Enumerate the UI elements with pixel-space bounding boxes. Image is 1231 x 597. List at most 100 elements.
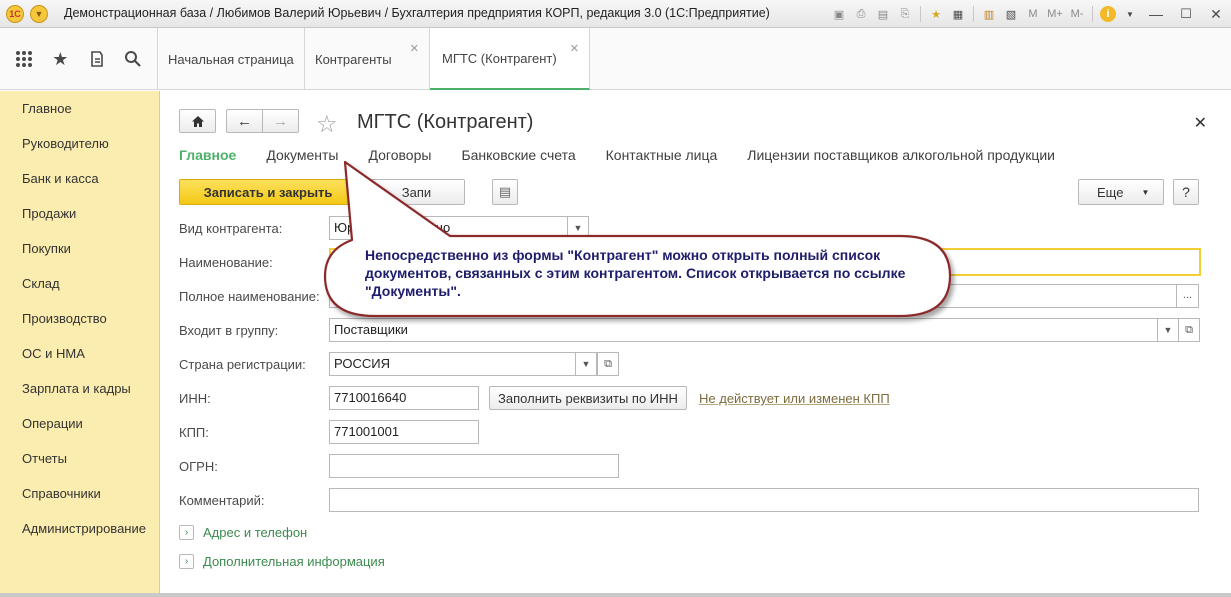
- list-icon: ▤: [498, 184, 512, 199]
- open-windows-panel: ★ Начальная страница Контрагенты ✕ МГТС …: [0, 28, 1231, 90]
- more-button[interactable]: Еще ▼: [1078, 179, 1164, 205]
- country-label: Страна регистрации:: [179, 357, 306, 372]
- open-icon[interactable]: ⧉: [597, 352, 619, 376]
- sections-panel: Главное Руководителю Банк и касса Продаж…: [0, 91, 160, 593]
- search-icon[interactable]: [120, 46, 146, 72]
- save-and-close-button[interactable]: Записать и закрыть: [179, 179, 357, 205]
- close-form-icon[interactable]: ✕: [1194, 113, 1207, 133]
- arrow-left-icon: ←: [237, 112, 252, 130]
- favorites-star-icon[interactable]: ★: [47, 46, 73, 72]
- nav-documents[interactable]: Документы: [266, 147, 338, 163]
- tab-counterparties[interactable]: Контрагенты ✕: [305, 28, 430, 90]
- toolbar-divider: [920, 6, 921, 22]
- group-select[interactable]: Поставщики: [329, 318, 1159, 342]
- tab-home[interactable]: Начальная страница: [158, 28, 305, 90]
- chevron-down-icon[interactable]: ▼: [575, 352, 597, 376]
- section-bank-cash[interactable]: Банк и касса: [0, 161, 159, 196]
- title-toolbar: ▣ ⎙ ▤ ⎘ ★ ▦ ▥ ▧ M M+ M- i ▼ — ☐ ✕: [828, 3, 1231, 25]
- save-icon[interactable]: ▣: [829, 5, 849, 23]
- kpp-label: КПП:: [179, 425, 209, 440]
- memory-plus-icon[interactable]: M+: [1045, 5, 1065, 23]
- toolbar-divider: [973, 6, 974, 22]
- nav-bank-accounts[interactable]: Банковские счета: [461, 147, 575, 163]
- nav-contracts[interactable]: Договоры: [369, 147, 432, 163]
- close-icon[interactable]: ✕: [570, 42, 579, 55]
- calendar-icon[interactable]: ▥: [979, 5, 999, 23]
- nav-main[interactable]: Главное: [179, 147, 236, 163]
- forward-button[interactable]: →: [262, 109, 299, 133]
- country-select[interactable]: РОССИЯ: [329, 352, 577, 376]
- section-operations[interactable]: Операции: [0, 406, 159, 441]
- save-button[interactable]: Запи: [368, 179, 465, 205]
- minimize-icon[interactable]: —: [1142, 5, 1170, 23]
- section-main[interactable]: Главное: [0, 91, 159, 126]
- title-bar: 1С ▼ Демонстрационная база / Любимов Вал…: [0, 0, 1231, 28]
- open-icon[interactable]: ⧉: [1178, 318, 1200, 342]
- status-bar: [0, 593, 1231, 597]
- address-phone-group[interactable]: › Адрес и телефон: [179, 525, 307, 540]
- chevron-down-icon[interactable]: ▼: [1157, 318, 1179, 342]
- window-title: Демонстрационная база / Любимов Валерий …: [64, 6, 770, 20]
- tab-label: Контрагенты: [315, 51, 392, 67]
- comment-label: Комментарий:: [179, 493, 265, 508]
- link-icon[interactable]: ⎘: [895, 5, 915, 23]
- home-icon: [191, 115, 204, 127]
- history-icon[interactable]: ▦: [948, 5, 968, 23]
- section-payroll[interactable]: Зарплата и кадры: [0, 371, 159, 406]
- inn-input[interactable]: 7710016640: [329, 386, 479, 410]
- close-window-icon[interactable]: ✕: [1202, 5, 1230, 23]
- tab-mgts-counterparty[interactable]: МГТС (Контрагент) ✕: [430, 28, 590, 90]
- sections-menu-icon[interactable]: [11, 46, 37, 72]
- home-button[interactable]: [179, 109, 216, 133]
- history-clock-icon[interactable]: [84, 46, 110, 72]
- memory-icon[interactable]: M: [1023, 5, 1043, 23]
- ellipsis-button[interactable]: ...: [1176, 284, 1199, 308]
- print-icon[interactable]: ⎙: [851, 5, 871, 23]
- preview-icon[interactable]: ▤: [873, 5, 893, 23]
- additional-info-group[interactable]: › Дополнительная информация: [179, 554, 385, 569]
- section-fixed-assets[interactable]: ОС и НМА: [0, 336, 159, 371]
- section-administration[interactable]: Администрирование: [0, 511, 159, 546]
- chevron-right-icon: ›: [179, 525, 194, 540]
- memory-minus-icon[interactable]: M-: [1067, 5, 1087, 23]
- group-label: Дополнительная информация: [203, 554, 385, 569]
- tab-label: МГТС (Контрагент): [442, 50, 557, 66]
- group-label: Адрес и телефон: [203, 525, 308, 540]
- calculator-icon[interactable]: ▧: [1001, 5, 1021, 23]
- main-menu-icon[interactable]: ▼: [30, 5, 48, 23]
- kpp-input[interactable]: 771001001: [329, 420, 479, 444]
- counterparty-form: ← → ☆ МГТС (Контрагент) ✕ Главное Докуме…: [160, 91, 1229, 593]
- maximize-icon[interactable]: ☐: [1172, 5, 1200, 23]
- kpp-changed-link[interactable]: Не действует или изменен КПП: [699, 391, 890, 406]
- kind-select[interactable]: Юридическое лицо: [329, 216, 569, 240]
- chevron-down-icon[interactable]: ▼: [1120, 5, 1140, 23]
- info-icon[interactable]: i: [1098, 5, 1118, 23]
- favorites-icon[interactable]: ★: [926, 5, 946, 23]
- ogrn-input[interactable]: [329, 454, 619, 478]
- kind-label: Вид контрагента:: [179, 221, 283, 236]
- section-sales[interactable]: Продажи: [0, 196, 159, 231]
- favorite-star-icon[interactable]: ☆: [316, 110, 338, 139]
- form-title: МГТС (Контрагент): [357, 111, 534, 133]
- arrow-right-icon: →: [273, 112, 288, 130]
- section-production[interactable]: Производство: [0, 301, 159, 336]
- group-label: Входит в группу:: [179, 323, 279, 338]
- more-label: Еще: [1097, 184, 1124, 200]
- section-manager[interactable]: Руководителю: [0, 126, 159, 161]
- nav-contacts[interactable]: Контактные лица: [606, 147, 718, 163]
- section-purchases[interactable]: Покупки: [0, 231, 159, 266]
- nav-alcohol-licenses[interactable]: Лицензии поставщиков алкогольной продукц…: [747, 147, 1055, 163]
- back-button[interactable]: ←: [226, 109, 262, 133]
- app-logo-icon[interactable]: 1С: [6, 5, 24, 23]
- section-references[interactable]: Справочники: [0, 476, 159, 511]
- name-label: Наименование:: [179, 255, 273, 270]
- comment-input[interactable]: [329, 488, 1199, 512]
- section-reports[interactable]: Отчеты: [0, 441, 159, 476]
- help-button[interactable]: ?: [1173, 179, 1199, 205]
- fill-by-inn-button[interactable]: Заполнить реквизиты по ИНН: [489, 386, 687, 410]
- chevron-down-icon[interactable]: ▼: [567, 216, 589, 240]
- close-icon[interactable]: ✕: [410, 42, 419, 55]
- quick-access: ★: [0, 28, 158, 90]
- section-warehouse[interactable]: Склад: [0, 266, 159, 301]
- print-list-button[interactable]: ▤: [492, 179, 518, 205]
